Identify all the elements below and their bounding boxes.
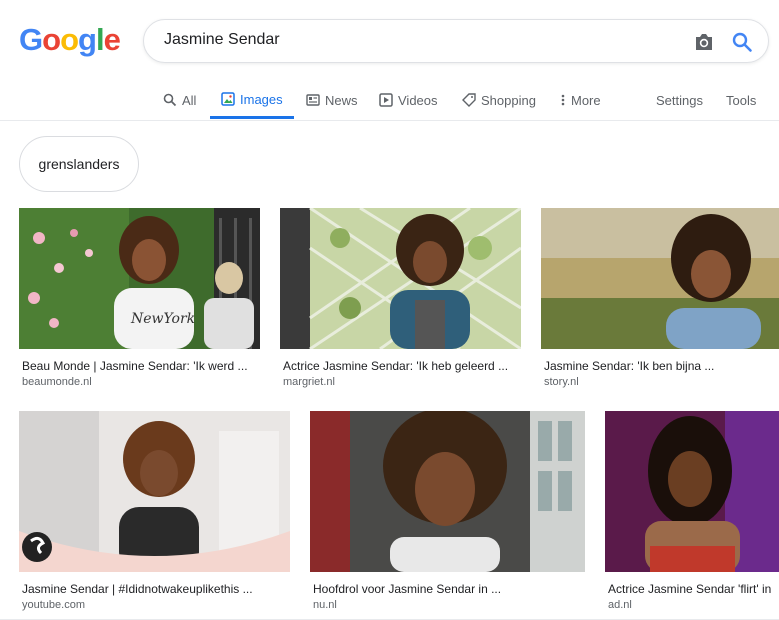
search-box[interactable] [143, 19, 769, 63]
camera-icon[interactable] [693, 32, 715, 52]
tab-images[interactable]: Images [210, 82, 294, 119]
tab-news[interactable]: News [306, 82, 358, 118]
tag-icon [462, 93, 476, 107]
tab-label: News [325, 92, 358, 108]
image-result[interactable]: Jasmine Sendar | #Ididnotwakeuplikethis … [19, 411, 290, 611]
result-source[interactable]: beaumonde.nl [22, 376, 92, 388]
tab-label: Shopping [481, 92, 536, 108]
tab-label: All [182, 92, 197, 108]
svg-text:NewYork: NewYork [130, 311, 195, 327]
result-source[interactable]: margriet.nl [283, 376, 335, 388]
tab-all[interactable]: All [163, 82, 196, 118]
related-search-chip[interactable]: grenslanders [19, 136, 139, 192]
result-thumbnail[interactable] [19, 411, 290, 572]
result-thumbnail[interactable] [541, 208, 779, 349]
tools-link[interactable]: Tools [726, 82, 756, 118]
result-thumbnail[interactable] [280, 208, 521, 349]
tab-label: Images [240, 91, 283, 107]
news-icon [306, 94, 320, 106]
image-result[interactable]: Jasmine Sendar: 'Ik ben bijna ... story.… [541, 208, 779, 394]
tab-label: Videos [398, 92, 438, 108]
search-icon [163, 93, 177, 107]
result-source[interactable]: nu.nl [313, 599, 337, 611]
image-icon [221, 92, 235, 106]
result-source[interactable]: story.nl [544, 376, 579, 388]
result-source[interactable]: ad.nl [608, 599, 632, 611]
search-input[interactable] [164, 31, 664, 49]
result-caption[interactable]: Jasmine Sendar: 'Ik ben bijna ... [544, 359, 777, 373]
tab-label: More [571, 92, 601, 108]
result-caption[interactable]: Actrice Jasmine Sendar 'flirt' in [608, 582, 778, 596]
more-vert-icon [561, 94, 565, 106]
image-result[interactable]: Actrice Jasmine Sendar: 'Ik heb geleerd … [280, 208, 521, 394]
result-thumbnail[interactable] [310, 411, 585, 572]
result-caption[interactable]: Jasmine Sendar | #Ididnotwakeuplikethis … [22, 582, 288, 596]
image-result[interactable]: Actrice Jasmine Sendar 'flirt' in ad.nl [605, 411, 779, 611]
image-result[interactable]: Hoofdrol voor Jasmine Sendar in ... nu.n… [310, 411, 585, 611]
result-caption[interactable]: Beau Monde | Jasmine Sendar: 'Ik werd ..… [22, 359, 258, 373]
google-logo[interactable]: Google [19, 22, 121, 58]
result-thumbnail[interactable]: NewYork [19, 208, 260, 349]
search-icon[interactable] [731, 31, 753, 53]
tab-shopping[interactable]: Shopping [462, 82, 536, 118]
result-thumbnail[interactable] [605, 411, 779, 572]
result-source[interactable]: youtube.com [22, 599, 85, 611]
result-caption[interactable]: Actrice Jasmine Sendar: 'Ik heb geleerd … [283, 359, 519, 373]
image-result[interactable]: NewYork Beau Monde | Jasmine Sendar: 'Ik… [19, 208, 260, 394]
settings-link[interactable]: Settings [656, 82, 703, 118]
search-tabs: All Images News Videos Shopping More Set… [0, 82, 779, 121]
tab-videos[interactable]: Videos [379, 82, 438, 118]
tab-more[interactable]: More [560, 82, 601, 118]
result-caption[interactable]: Hoofdrol voor Jasmine Sendar in ... [313, 582, 583, 596]
video-icon [379, 93, 393, 107]
